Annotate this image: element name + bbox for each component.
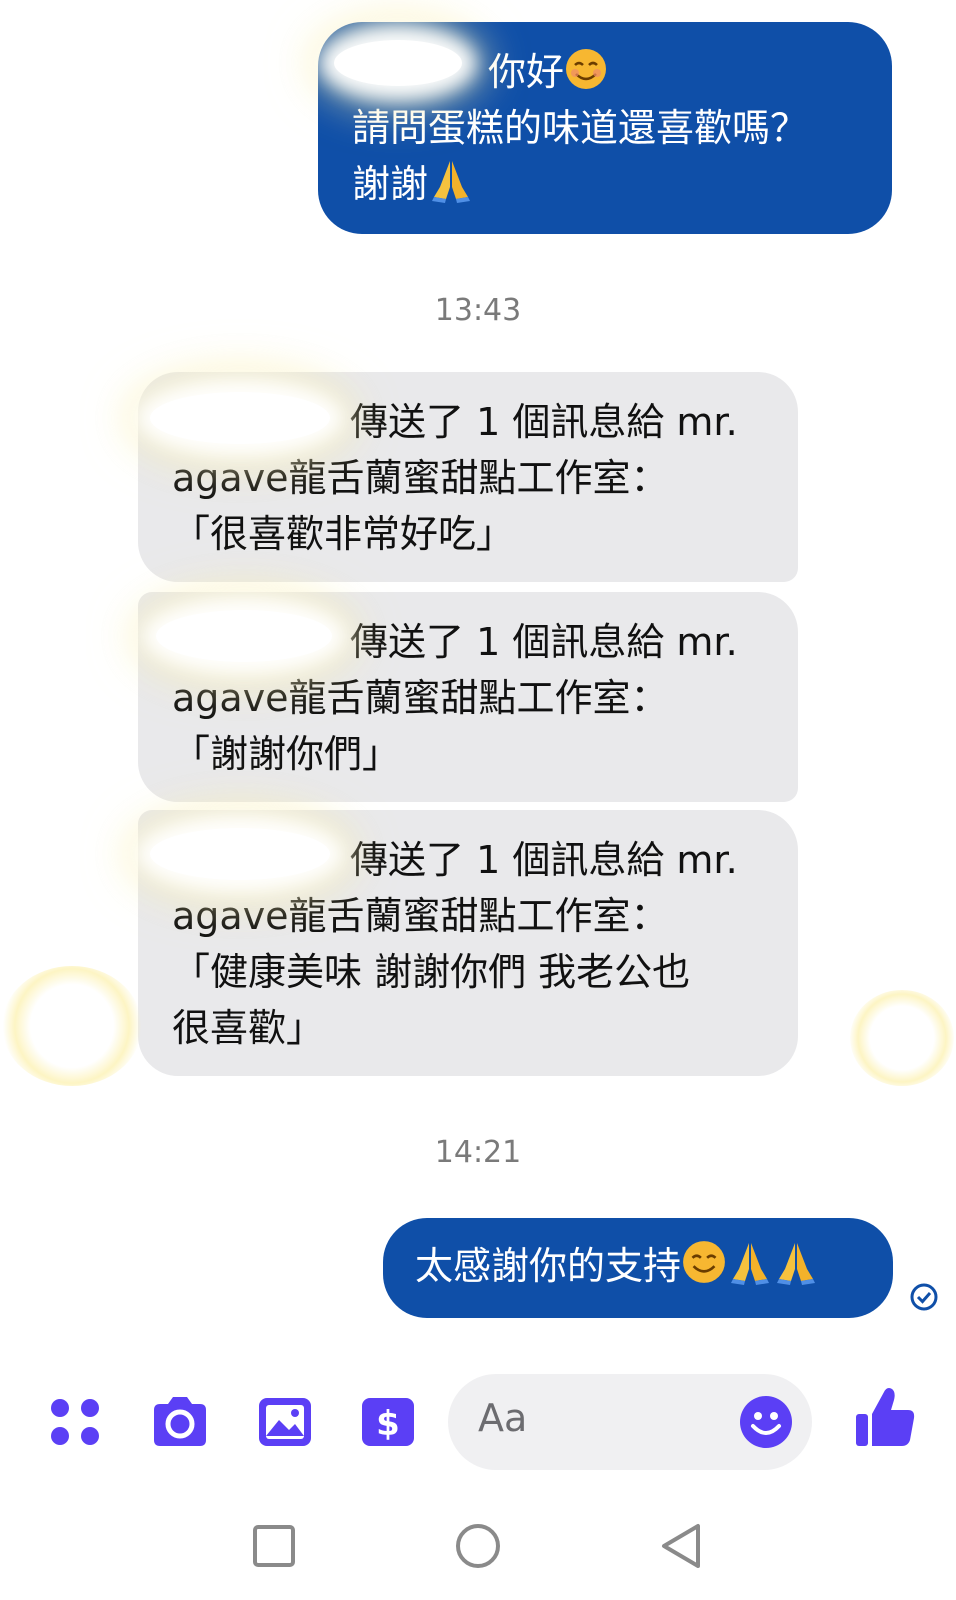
thumbs-up-icon[interactable] (852, 1384, 918, 1450)
home-icon[interactable] (452, 1520, 504, 1572)
emoji-icon[interactable] (738, 1394, 794, 1450)
redaction-glow (850, 990, 954, 1086)
redaction-glow (2, 966, 142, 1086)
message-line: agave龍舌蘭蜜甜點工作室： (172, 676, 669, 720)
message-input[interactable]: Aa (448, 1374, 812, 1470)
timestamp: 13:43 (434, 293, 522, 328)
folded-hands-icon (432, 161, 471, 203)
folded-hands-icon (777, 1243, 816, 1285)
composer-bar: $ Aa (0, 1366, 956, 1478)
message-line: 太感謝你的支持 (415, 1238, 863, 1294)
redacted-name (150, 392, 330, 444)
menu-dots-icon[interactable] (46, 1392, 106, 1452)
image-icon[interactable] (255, 1392, 315, 1452)
message-line: agave龍舌蘭蜜甜點工作室： (172, 456, 669, 500)
redacted-name (156, 610, 332, 662)
smiling-face-icon (683, 1241, 725, 1283)
back-icon[interactable] (656, 1520, 708, 1572)
folded-hands-icon (731, 1243, 770, 1285)
message-line: 很喜歡」 (172, 1006, 325, 1050)
smiling-face-icon (566, 49, 607, 89)
recents-icon[interactable] (248, 1520, 300, 1572)
timestamp: 14:21 (434, 1135, 522, 1170)
redacted-name (150, 828, 330, 880)
outgoing-message[interactable]: 太感謝你的支持 (383, 1218, 893, 1318)
conversation: 你好 請問蛋糕的味道還喜歡嗎？ 謝謝 13:43 傳送了 1 個訊息給 mr. … (0, 0, 956, 1340)
read-receipt-icon (910, 1283, 938, 1311)
camera-icon[interactable] (150, 1392, 210, 1452)
message-line: 「很喜歡非常好吃」 (172, 512, 515, 556)
message-line: 謝謝 (352, 156, 862, 212)
message-input-placeholder: Aa (478, 1396, 528, 1440)
message-line: 「謝謝你們」 (172, 732, 401, 776)
system-navigation-bar (0, 1500, 956, 1600)
redacted-name (334, 40, 462, 86)
message-line: agave龍舌蘭蜜甜點工作室： (172, 894, 669, 938)
message-line: 「健康美味 謝謝你們 我老公也 (172, 950, 691, 994)
payment-icon[interactable]: $ (358, 1392, 418, 1452)
svg-text:$: $ (376, 1404, 400, 1444)
message-line: 請問蛋糕的味道還喜歡嗎？ (352, 106, 809, 150)
